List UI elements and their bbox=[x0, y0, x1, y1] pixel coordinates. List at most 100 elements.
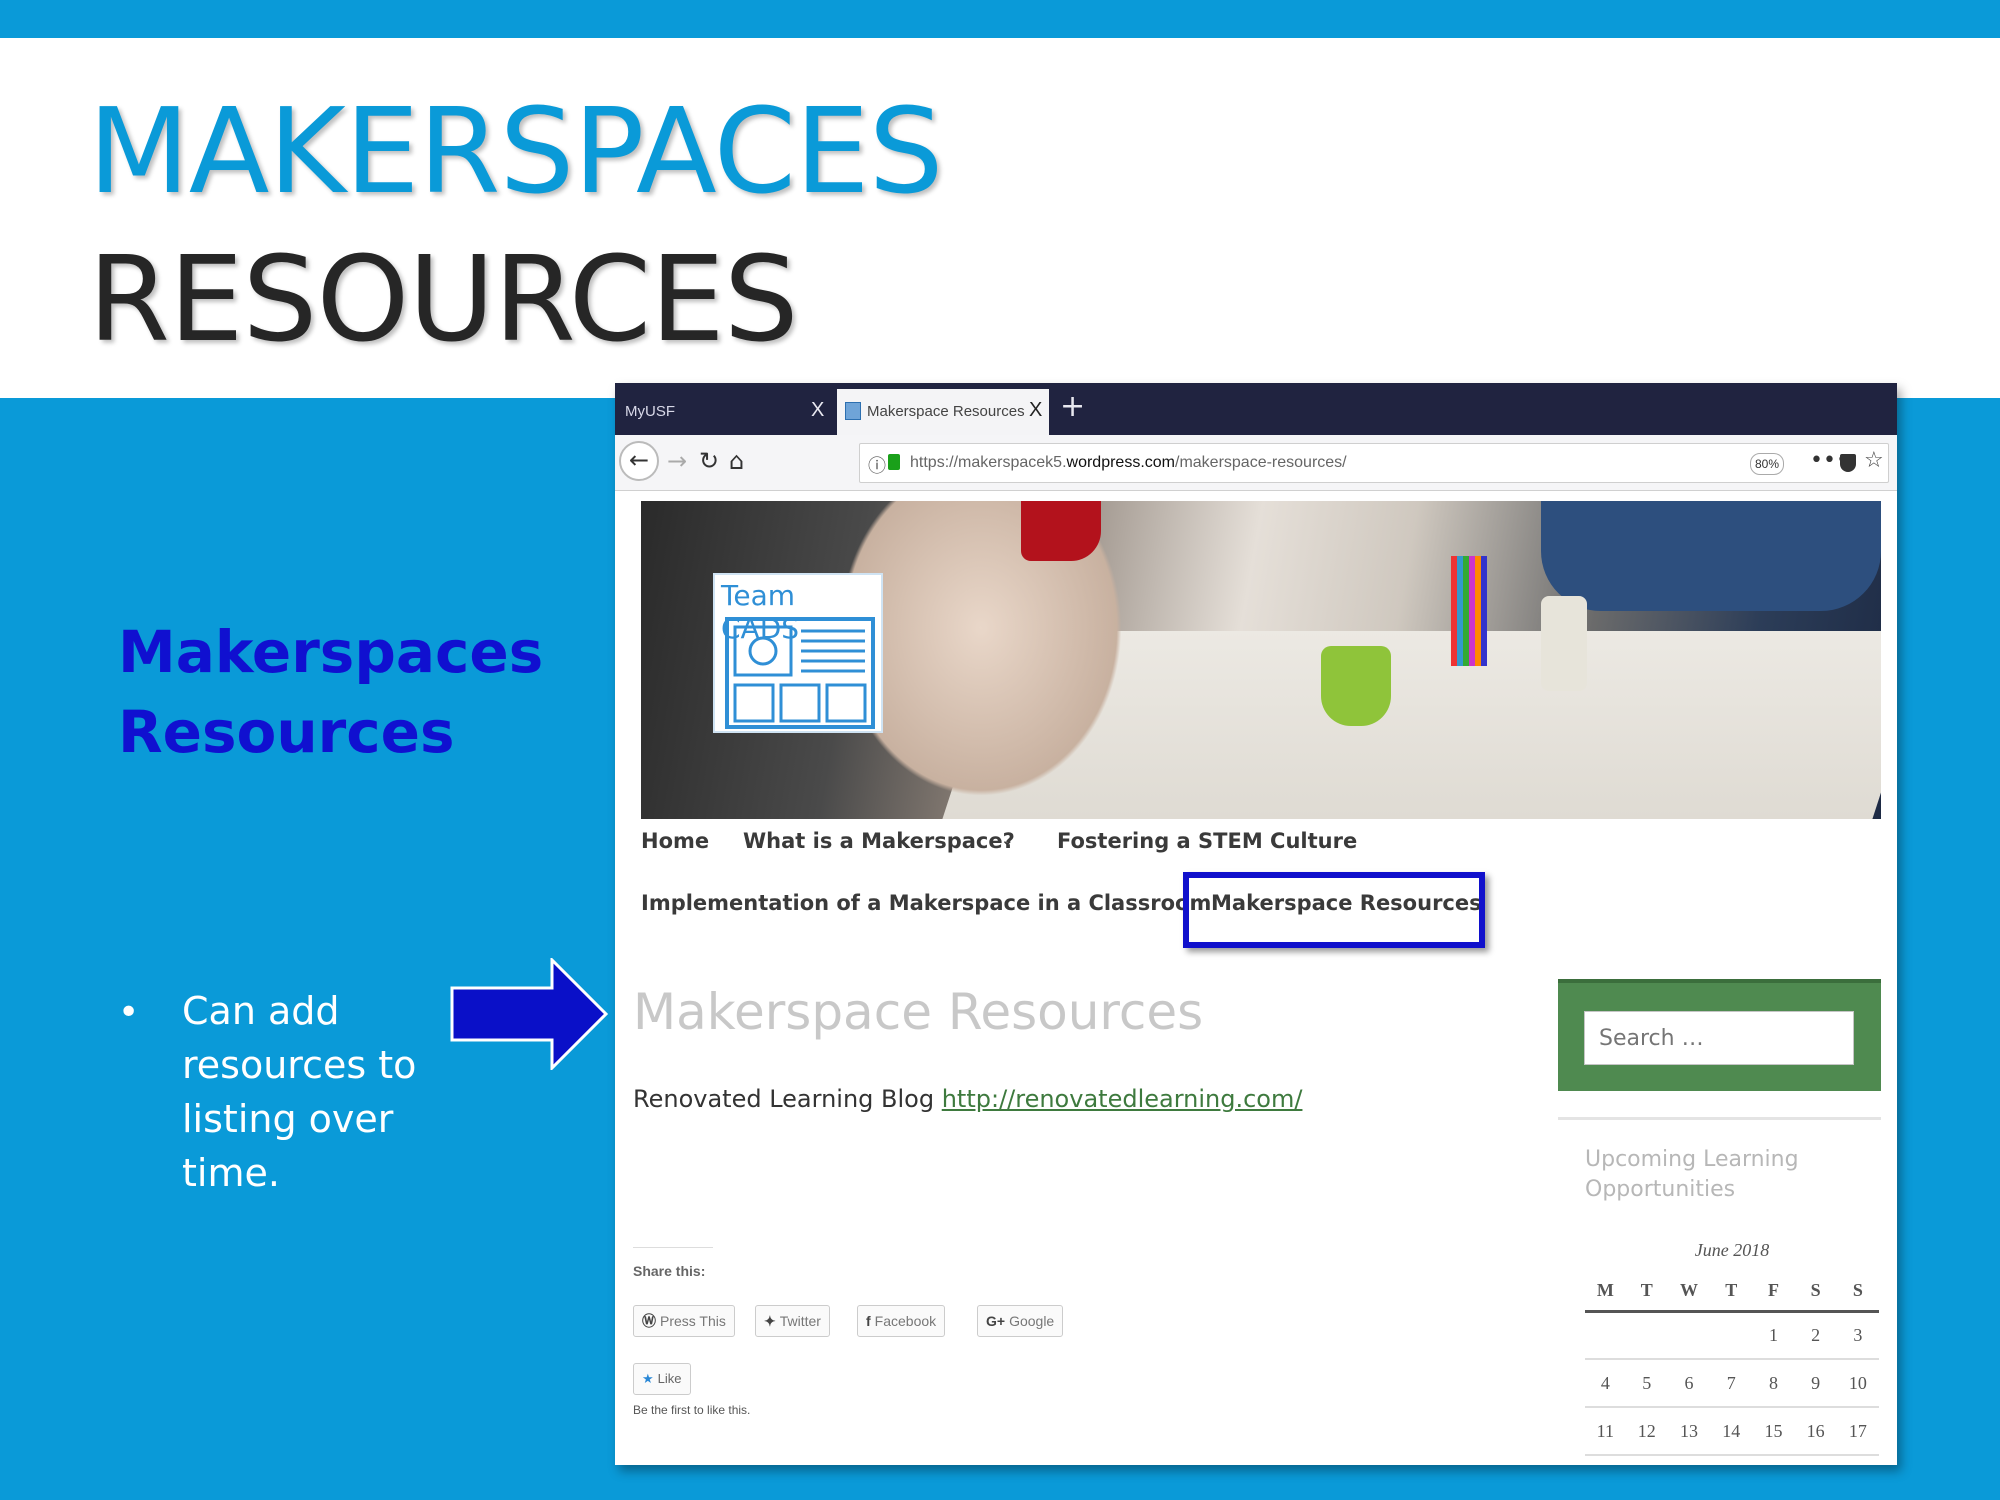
calendar-header-row: M T W T F S S bbox=[1585, 1271, 1879, 1313]
calendar-day: 8 bbox=[1752, 1359, 1795, 1408]
calendar-day: 12 bbox=[1625, 1407, 1668, 1456]
calendar-day: 17 bbox=[1836, 1407, 1879, 1456]
subheading-line2: Resources bbox=[118, 698, 455, 766]
calendar-week-row: 4 5 6 7 8 9 10 bbox=[1585, 1359, 1879, 1408]
calendar-day-header: S bbox=[1794, 1271, 1837, 1313]
favicon-icon bbox=[845, 402, 861, 420]
search-input[interactable] bbox=[1584, 1011, 1854, 1065]
like-button[interactable]: ★ Like bbox=[633, 1363, 691, 1395]
url-prefix: https://makerspacek5. bbox=[910, 454, 1067, 471]
tab-close-icon[interactable]: X bbox=[811, 399, 824, 422]
tab-close-icon[interactable]: X bbox=[1029, 399, 1042, 422]
calendar-day-header: S bbox=[1836, 1271, 1879, 1313]
calendar-day: 11 bbox=[1585, 1407, 1626, 1456]
chevron-down-icon[interactable]: ⌄ bbox=[1001, 831, 1014, 849]
calendar-day bbox=[1710, 1311, 1753, 1360]
hero-markers-shape bbox=[1451, 556, 1487, 666]
bookmark-star-icon[interactable]: ☆ bbox=[1864, 448, 1884, 473]
like-note: Be the first to like this. bbox=[633, 1403, 751, 1417]
lock-icon bbox=[888, 454, 900, 470]
hero-cup-shape bbox=[1321, 646, 1391, 726]
slide-subheading: Makerspaces Resources bbox=[118, 612, 544, 772]
sidebar-divider bbox=[1558, 1117, 1881, 1120]
calendar-day: 2 bbox=[1794, 1311, 1837, 1360]
reload-icon[interactable]: ↻ bbox=[699, 447, 719, 475]
tab-myusf[interactable]: MyUSF X bbox=[615, 389, 835, 435]
calendar-day: 1 bbox=[1752, 1311, 1795, 1360]
nav-item-home[interactable]: Home bbox=[641, 829, 709, 853]
blog-link[interactable]: http://renovatedlearning.com/ bbox=[942, 1085, 1303, 1113]
calendar-day-header: F bbox=[1752, 1271, 1795, 1313]
tab-label: MyUSF bbox=[625, 403, 675, 420]
top-accent-bar bbox=[0, 0, 2000, 38]
share-label: Share this: bbox=[633, 1263, 706, 1279]
nav-item-implementation[interactable]: Implementation of a Makerspace in a Clas… bbox=[641, 891, 1211, 915]
calendar-day: 3 bbox=[1836, 1311, 1879, 1360]
pocket-icon[interactable] bbox=[1840, 454, 1856, 472]
calendar-caption: June 2018 bbox=[1694, 1240, 1770, 1260]
calendar-table: M T W T F S S 1 2 3 4 5 6 7 8 9 10 11 12… bbox=[1585, 1271, 1879, 1456]
forward-arrow-icon[interactable]: → bbox=[667, 447, 687, 475]
calendar-day: 7 bbox=[1710, 1359, 1753, 1408]
tab-label: Makerspace Resources – Techn bbox=[867, 403, 1027, 420]
calendar-day-header: T bbox=[1710, 1271, 1753, 1313]
share-facebook-button[interactable]: f Facebook bbox=[857, 1305, 946, 1337]
share-google-button[interactable]: G+ Google bbox=[977, 1305, 1064, 1337]
subheading-line1: Makerspaces bbox=[118, 618, 544, 686]
like-label: Like bbox=[657, 1371, 682, 1386]
calendar-week-row: 11 12 13 14 15 16 17 bbox=[1585, 1407, 1879, 1456]
share-button-label: Google bbox=[1009, 1313, 1055, 1329]
calendar-day bbox=[1667, 1311, 1711, 1360]
share-twitter-button[interactable]: ✦ Twitter bbox=[755, 1305, 830, 1337]
share-button-label: Twitter bbox=[779, 1313, 821, 1329]
nav-item-stem-culture[interactable]: Fostering a STEM Culture bbox=[1057, 829, 1357, 853]
header-image: Team CADS bbox=[641, 501, 1881, 819]
new-tab-icon[interactable]: + bbox=[1060, 389, 1085, 424]
search-widget bbox=[1558, 979, 1881, 1091]
share-button-label: Press This bbox=[660, 1313, 726, 1329]
slide-title-line2: RESOURCES bbox=[88, 230, 799, 368]
google-plus-icon: G+ bbox=[986, 1313, 1006, 1329]
browser-toolbar: ← → ↻ ⌂ ⓘ https://makerspacek5.wordpress… bbox=[615, 435, 1897, 491]
home-icon[interactable]: ⌂ bbox=[729, 447, 744, 475]
layout-grid-icon bbox=[725, 617, 875, 729]
address-bar[interactable]: ⓘ https://makerspacek5.wordpress.com/mak… bbox=[859, 443, 1889, 483]
hero-bottle-shape bbox=[1541, 596, 1587, 691]
bullet-dot-icon: • bbox=[118, 992, 140, 1033]
facebook-icon: f bbox=[866, 1313, 871, 1329]
calendar-day-header: T bbox=[1625, 1271, 1668, 1313]
info-icon[interactable]: ⓘ bbox=[868, 452, 886, 478]
tab-makerspace-resources[interactable]: Makerspace Resources – Techn X bbox=[837, 389, 1049, 435]
browser-screenshot: MyUSF X Makerspace Resources – Techn X +… bbox=[615, 383, 1897, 1465]
star-icon: ★ bbox=[642, 1371, 654, 1386]
zoom-level-badge[interactable]: 80% bbox=[1750, 453, 1784, 475]
calendar-day: 14 bbox=[1710, 1407, 1753, 1456]
slide-title-line1: MAKERSPACES bbox=[88, 82, 943, 220]
blog-label: Renovated Learning Blog bbox=[633, 1085, 935, 1113]
calendar-week-row: 1 2 3 bbox=[1585, 1311, 1879, 1360]
page-title: Makerspace Resources bbox=[633, 983, 1204, 1041]
url-path: /makerspace-resources/ bbox=[1175, 454, 1347, 471]
right-arrow-icon bbox=[450, 958, 609, 1070]
back-arrow-icon[interactable]: ← bbox=[619, 441, 659, 481]
blog-entry: Renovated Learning Blog http://renovated… bbox=[633, 1085, 1302, 1113]
share-press-this-button[interactable]: Ⓦ Press This bbox=[633, 1305, 735, 1337]
share-button-label: Facebook bbox=[874, 1313, 937, 1329]
browser-tab-bar: MyUSF X Makerspace Resources – Techn X + bbox=[615, 383, 1897, 435]
calendar-day: 13 bbox=[1667, 1407, 1711, 1456]
calendar-day: 5 bbox=[1625, 1359, 1668, 1408]
wordpress-icon: Ⓦ bbox=[642, 1313, 656, 1329]
calendar-day: 4 bbox=[1585, 1359, 1626, 1408]
calendar-day: 16 bbox=[1794, 1407, 1837, 1456]
hero-red-shape bbox=[1021, 501, 1101, 561]
calendar-day-header: M bbox=[1585, 1271, 1626, 1313]
calendar-day-header: W bbox=[1667, 1271, 1711, 1313]
hero-jeans-shape bbox=[1541, 501, 1881, 611]
widget-title: Upcoming Learning Opportunities bbox=[1585, 1147, 1799, 1202]
calendar-day: 6 bbox=[1667, 1359, 1711, 1408]
twitter-icon: ✦ bbox=[764, 1313, 776, 1329]
calendar-day bbox=[1625, 1311, 1668, 1360]
site-logo[interactable]: Team CADS bbox=[713, 573, 883, 733]
url-host: wordpress.com bbox=[1066, 454, 1175, 471]
nav-item-what-is-makerspace[interactable]: What is a Makerspace? bbox=[743, 829, 1015, 853]
